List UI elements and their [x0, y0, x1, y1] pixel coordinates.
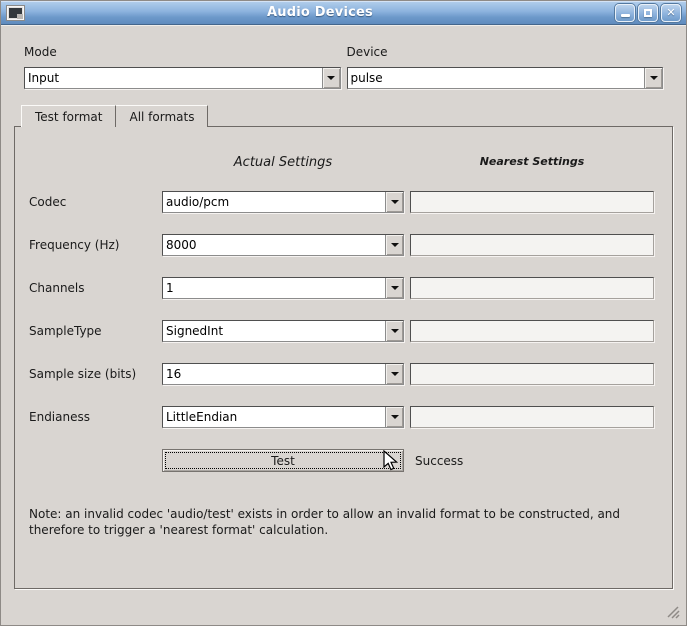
device-label: Device [347, 45, 664, 59]
chevron-down-icon[interactable] [644, 68, 662, 88]
codec-row: Codec audio/pcm [29, 191, 658, 213]
test-button[interactable]: Test [162, 449, 404, 472]
note-text: Note: an invalid codec 'audio/test' exis… [29, 506, 658, 538]
endianess-label: Endianess [29, 410, 162, 424]
test-result-text: Success [415, 454, 463, 468]
chevron-down-icon[interactable] [385, 321, 403, 341]
close-button[interactable]: ✕ [661, 4, 681, 22]
sampletype-row: SampleType SignedInt [29, 320, 658, 342]
channels-combobox[interactable]: 1 [162, 277, 404, 299]
channels-label: Channels [29, 281, 162, 295]
mode-label: Mode [24, 45, 341, 59]
samplesize-combobox-value: 16 [163, 364, 385, 384]
settings-headers: Actual Settings Nearest Settings [29, 155, 658, 175]
samplesize-label: Sample size (bits) [29, 367, 162, 381]
sampletype-nearest-field [410, 320, 654, 342]
formats-tabwidget: Test format All formats Actual Settings … [14, 105, 673, 589]
frequency-combobox-value: 8000 [163, 235, 385, 255]
titlebar[interactable]: Audio Devices ✕ [1, 1, 686, 25]
codec-combobox[interactable]: audio/pcm [162, 191, 404, 213]
window-title: Audio Devices [25, 5, 615, 20]
window-body: Mode Input Device pulse Test format All … [1, 25, 686, 626]
close-icon: ✕ [666, 7, 675, 18]
minimize-button[interactable] [615, 4, 635, 22]
chevron-down-icon[interactable] [385, 278, 403, 298]
maximize-button[interactable] [638, 4, 658, 22]
mode-combobox-value: Input [25, 68, 322, 88]
endianess-row: Endianess LittleEndian [29, 406, 658, 428]
window-controls: ✕ [615, 4, 681, 22]
maximize-icon [644, 9, 652, 17]
chevron-down-icon[interactable] [322, 68, 340, 88]
device-combobox-value: pulse [348, 68, 645, 88]
codec-nearest-field [410, 191, 654, 213]
chevron-down-icon[interactable] [385, 192, 403, 212]
mode-device-form: Mode Input Device pulse [1, 25, 686, 97]
sampletype-combobox[interactable]: SignedInt [162, 320, 404, 342]
channels-row: Channels 1 [29, 277, 658, 299]
sampletype-label: SampleType [29, 324, 162, 338]
endianess-combobox-value: LittleEndian [163, 407, 385, 427]
test-row: Test Success [29, 449, 658, 472]
tab-bar: Test format All formats [21, 105, 673, 126]
frequency-nearest-field [410, 234, 654, 256]
tab-all-formats[interactable]: All formats [116, 105, 208, 127]
nearest-settings-header: Nearest Settings [410, 155, 654, 175]
frequency-row: Frequency (Hz) 8000 [29, 234, 658, 256]
chevron-down-icon[interactable] [385, 235, 403, 255]
endianess-combobox[interactable]: LittleEndian [162, 406, 404, 428]
samplesize-nearest-field [410, 363, 654, 385]
endianess-nearest-field [410, 406, 654, 428]
tab-test-format[interactable]: Test format [21, 105, 116, 127]
samplesize-combobox[interactable]: 16 [162, 363, 404, 385]
samplesize-row: Sample size (bits) 16 [29, 363, 658, 385]
sampletype-combobox-value: SignedInt [163, 321, 385, 341]
codec-combobox-value: audio/pcm [163, 192, 385, 212]
mode-combobox[interactable]: Input [24, 67, 341, 89]
resize-grip-icon[interactable] [666, 605, 680, 619]
minimize-icon [621, 14, 630, 17]
frequency-combobox[interactable]: 8000 [162, 234, 404, 256]
channels-combobox-value: 1 [163, 278, 385, 298]
codec-label: Codec [29, 195, 162, 209]
test-format-panel: Actual Settings Nearest Settings Codec a… [14, 126, 673, 589]
audio-devices-window: Audio Devices ✕ Mode Input Device [0, 0, 687, 626]
chevron-down-icon[interactable] [385, 364, 403, 384]
chevron-down-icon[interactable] [385, 407, 403, 427]
channels-nearest-field [410, 277, 654, 299]
frequency-label: Frequency (Hz) [29, 238, 162, 252]
window-icon [6, 5, 25, 21]
actual-settings-header: Actual Settings [162, 155, 404, 175]
device-combobox[interactable]: pulse [347, 67, 664, 89]
